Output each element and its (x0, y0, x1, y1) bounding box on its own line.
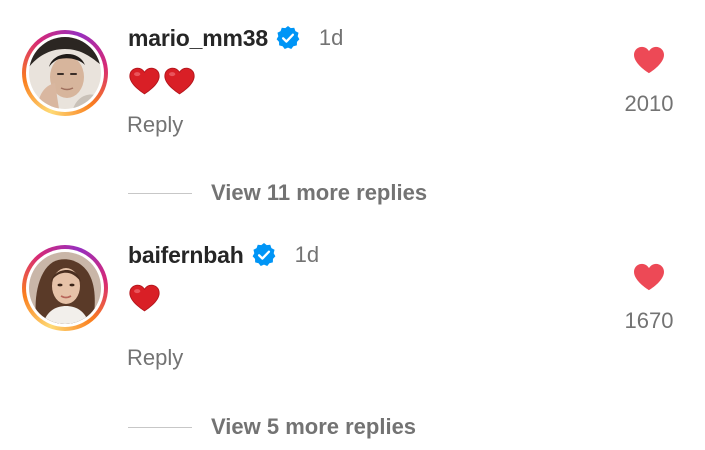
username[interactable]: baifernbah (128, 242, 244, 269)
verified-badge-icon (252, 242, 275, 266)
divider-line (128, 426, 192, 428)
heart-like-icon[interactable] (632, 262, 666, 292)
comment-timestamp[interactable]: 1d (319, 25, 343, 51)
like-count: 1670 (624, 308, 674, 333)
like-section: 2010 (615, 45, 683, 117)
reply-button[interactable]: Reply (127, 345, 183, 371)
avatar[interactable] (22, 245, 108, 331)
avatar[interactable] (22, 30, 108, 116)
view-more-replies-button[interactable]: View 5 more replies (128, 414, 416, 440)
like-count: 2010 (624, 91, 674, 116)
comment-header: mario_mm38 1d (128, 23, 343, 53)
comment-timestamp[interactable]: 1d (295, 242, 319, 268)
username[interactable]: mario_mm38 (128, 25, 268, 52)
red-heart-emoji-icon (164, 67, 195, 95)
verified-badge-icon (276, 25, 300, 49)
red-heart-emoji-icon (129, 67, 160, 95)
heart-like-icon[interactable] (632, 45, 666, 75)
view-more-replies-label: View 11 more replies (211, 180, 428, 205)
avatar-gap (26, 249, 104, 327)
reply-button[interactable]: Reply (127, 112, 183, 138)
comment-header: baifernbah 1d (128, 240, 319, 270)
comment-text (128, 283, 163, 313)
like-section: 1670 (615, 262, 683, 334)
comment-text (128, 66, 198, 96)
avatar-image (29, 252, 101, 324)
avatar-image (29, 37, 101, 109)
view-more-replies-button[interactable]: View 11 more replies (128, 180, 427, 206)
view-more-replies-label: View 5 more replies (211, 414, 417, 439)
red-heart-emoji-icon (129, 284, 160, 312)
divider-line (128, 192, 192, 194)
avatar-gap (26, 34, 104, 112)
